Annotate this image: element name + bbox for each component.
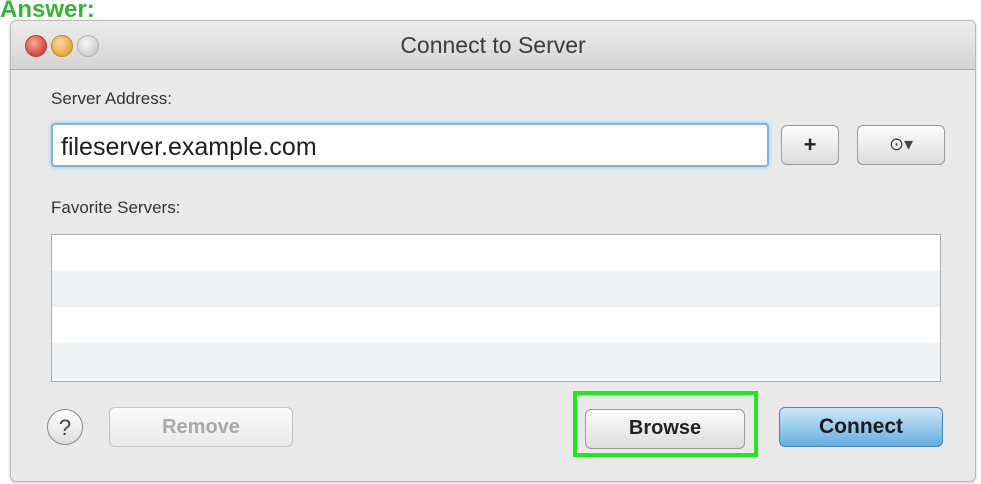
favorite-servers-label: Favorite Servers: <box>51 198 181 217</box>
connect-to-server-window: Connect to Server Server Address: filese… <box>10 20 976 482</box>
browse-highlight-box <box>573 391 758 457</box>
favorite-servers-list[interactable] <box>51 234 941 382</box>
question-mark-icon: ? <box>58 415 72 440</box>
server-address-label: Server Address: <box>51 89 172 108</box>
help-button[interactable]: ? <box>47 409 83 445</box>
titlebar: Connect to Server <box>11 21 975 70</box>
list-item[interactable] <box>52 271 940 307</box>
connect-button[interactable]: Connect <box>779 407 943 447</box>
list-item[interactable] <box>52 307 940 343</box>
recent-servers-button[interactable]: ⊙▾ <box>857 125 945 165</box>
server-address-input[interactable]: fileserver.example.com <box>51 123 769 167</box>
list-item[interactable] <box>52 235 940 271</box>
window-title: Connect to Server <box>400 32 586 58</box>
answer-label: Answer: <box>0 0 95 23</box>
list-item[interactable] <box>52 343 940 379</box>
add-to-favorites-button[interactable]: + <box>781 125 839 165</box>
action-icon: ⊙▾ <box>888 134 914 154</box>
remove-button[interactable]: Remove <box>109 407 293 447</box>
